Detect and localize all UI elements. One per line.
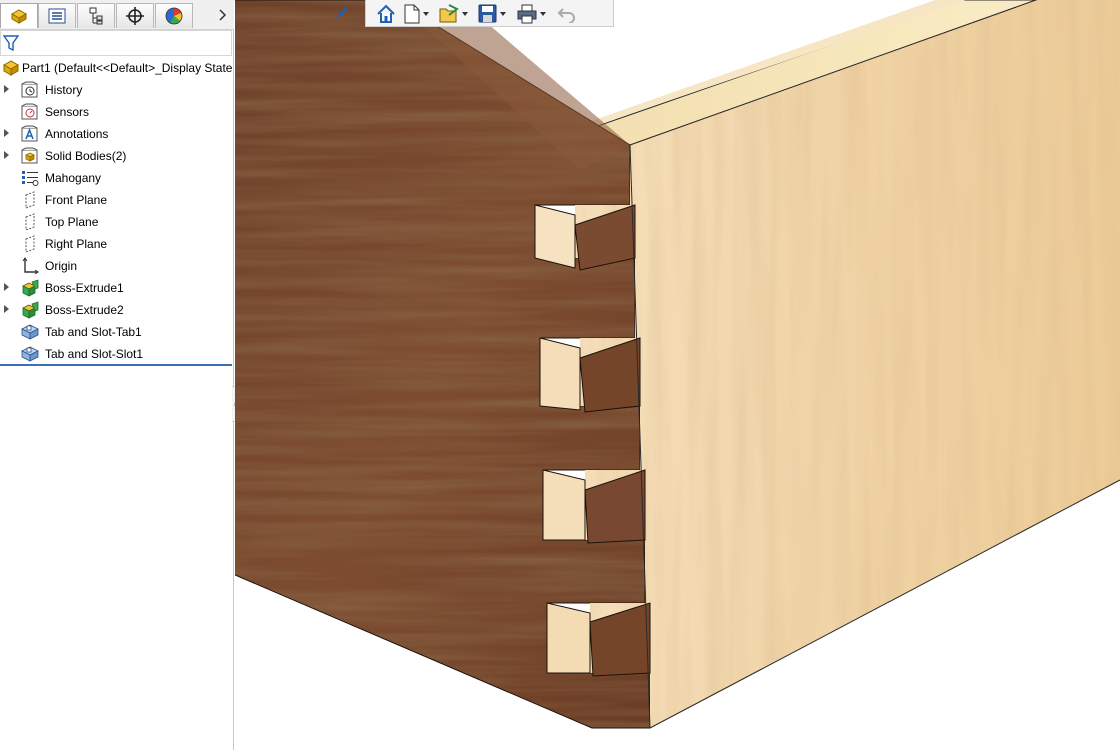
save-icon bbox=[478, 4, 497, 23]
expand-arrow-icon[interactable] bbox=[4, 129, 9, 137]
home-icon bbox=[377, 4, 395, 23]
open-button[interactable] bbox=[439, 3, 468, 24]
open-icon bbox=[439, 3, 459, 22]
print-button[interactable] bbox=[517, 3, 546, 24]
tree-item-tab-and-slot-slot1[interactable]: Tab and Slot-Slot1 bbox=[0, 343, 232, 365]
history-icon bbox=[21, 81, 38, 98]
plane-icon bbox=[25, 191, 35, 209]
feature-manager-panel: Part1 (Default<<Default>_Display State 1… bbox=[0, 0, 234, 750]
configuration-manager-icon bbox=[89, 7, 103, 25]
tree-item-label: Boss-Extrude2 bbox=[45, 303, 124, 317]
tree-item-label: Origin bbox=[45, 259, 78, 273]
feature-manager-icon bbox=[10, 9, 28, 24]
tree-item-solid-bodies[interactable]: Solid Bodies(2) bbox=[0, 145, 232, 167]
crosshair-icon bbox=[126, 7, 144, 25]
property-manager-icon bbox=[48, 8, 66, 24]
expand-arrow-icon[interactable] bbox=[4, 283, 9, 291]
tree-item-label: History bbox=[45, 83, 83, 97]
dropdown-arrow-icon[interactable] bbox=[540, 11, 546, 16]
boss-extrude-icon bbox=[22, 301, 39, 319]
dimxpert-manager-tab[interactable] bbox=[116, 3, 154, 28]
tree-item-label: Boss-Extrude1 bbox=[45, 281, 124, 295]
home-button[interactable] bbox=[376, 3, 396, 24]
annotations-icon bbox=[21, 125, 38, 142]
display-manager-tab[interactable] bbox=[155, 3, 193, 28]
tree-filter-box[interactable] bbox=[0, 30, 232, 56]
dropdown-arrow-icon[interactable] bbox=[500, 11, 506, 16]
tree-root-part[interactable]: Part1 (Default<<Default>_Display State 1… bbox=[0, 58, 234, 78]
origin-icon bbox=[22, 257, 39, 275]
property-manager-tab[interactable] bbox=[38, 3, 76, 28]
panel-tab-bar bbox=[0, 0, 234, 30]
tree-item-top-plane[interactable]: Top Plane bbox=[0, 211, 232, 233]
print-icon bbox=[517, 4, 537, 23]
tree-item-label: Tab and Slot-Slot1 bbox=[45, 347, 144, 361]
tree-item-front-plane[interactable]: Front Plane bbox=[0, 189, 232, 211]
save-button[interactable] bbox=[478, 3, 506, 24]
part-icon bbox=[2, 60, 20, 76]
tree-item-label: Sensors bbox=[45, 105, 90, 119]
dropdown-arrow-icon[interactable] bbox=[462, 11, 468, 16]
heads-up-toolbar bbox=[365, 0, 614, 27]
new-document-button[interactable] bbox=[404, 3, 429, 24]
tree-item-right-plane[interactable]: Right Plane bbox=[0, 233, 232, 255]
display-manager-icon bbox=[165, 7, 183, 25]
tree-item-boss-extrude2[interactable]: Boss-Extrude2 bbox=[0, 299, 232, 321]
undo-button[interactable] bbox=[557, 3, 577, 24]
tree-item-label: Front Plane bbox=[45, 193, 108, 207]
expand-arrow-icon[interactable] bbox=[4, 85, 9, 93]
expand-arrow-icon[interactable] bbox=[4, 151, 9, 159]
plane-icon bbox=[25, 235, 35, 253]
tree-item-sensors[interactable]: Sensors bbox=[0, 101, 232, 123]
dropdown-arrow-icon[interactable] bbox=[423, 11, 429, 16]
feature-manager-tab[interactable] bbox=[0, 3, 38, 28]
tree-item-material[interactable]: Mahogany bbox=[0, 167, 232, 189]
solid-bodies-icon bbox=[21, 147, 38, 164]
pin-icon[interactable] bbox=[335, 4, 351, 20]
undo-icon bbox=[557, 7, 575, 23]
tree-item-boss-extrude1[interactable]: Boss-Extrude1 bbox=[0, 277, 232, 299]
tab-and-slot-icon bbox=[21, 324, 39, 340]
sensors-icon bbox=[21, 103, 38, 120]
tab-and-slot-icon bbox=[21, 346, 39, 362]
dovetail-joint-model[interactable] bbox=[235, 0, 1120, 750]
tree-item-label: Top Plane bbox=[45, 215, 99, 229]
chevron-right-icon[interactable] bbox=[214, 5, 232, 25]
tree-item-origin[interactable]: Origin bbox=[0, 255, 232, 277]
expand-arrow-icon[interactable] bbox=[4, 305, 9, 313]
tree-item-tab-and-slot-tab1[interactable]: Tab and Slot-Tab1 bbox=[0, 321, 232, 343]
tree-item-label: Solid Bodies(2) bbox=[45, 149, 127, 163]
new-document-icon bbox=[404, 4, 420, 23]
tree-item-history[interactable]: History bbox=[0, 79, 232, 101]
rollback-bar[interactable] bbox=[0, 364, 232, 366]
graphics-viewport[interactable] bbox=[235, 0, 1120, 750]
tree-item-label: Tab and Slot-Tab1 bbox=[45, 325, 142, 339]
plane-icon bbox=[25, 213, 35, 231]
boss-extrude-icon bbox=[22, 279, 39, 297]
configuration-manager-tab[interactable] bbox=[77, 3, 115, 28]
material-icon bbox=[22, 171, 39, 186]
tree-item-label: Right Plane bbox=[45, 237, 108, 251]
tree-item-annotations[interactable]: Annotations bbox=[0, 123, 232, 145]
tree-item-label: Annotations bbox=[45, 127, 109, 141]
tree-item-label: Mahogany bbox=[45, 171, 102, 185]
tree-root-label: Part1 (Default<<Default>_Display State 1… bbox=[22, 61, 234, 75]
funnel-icon[interactable] bbox=[3, 35, 19, 52]
